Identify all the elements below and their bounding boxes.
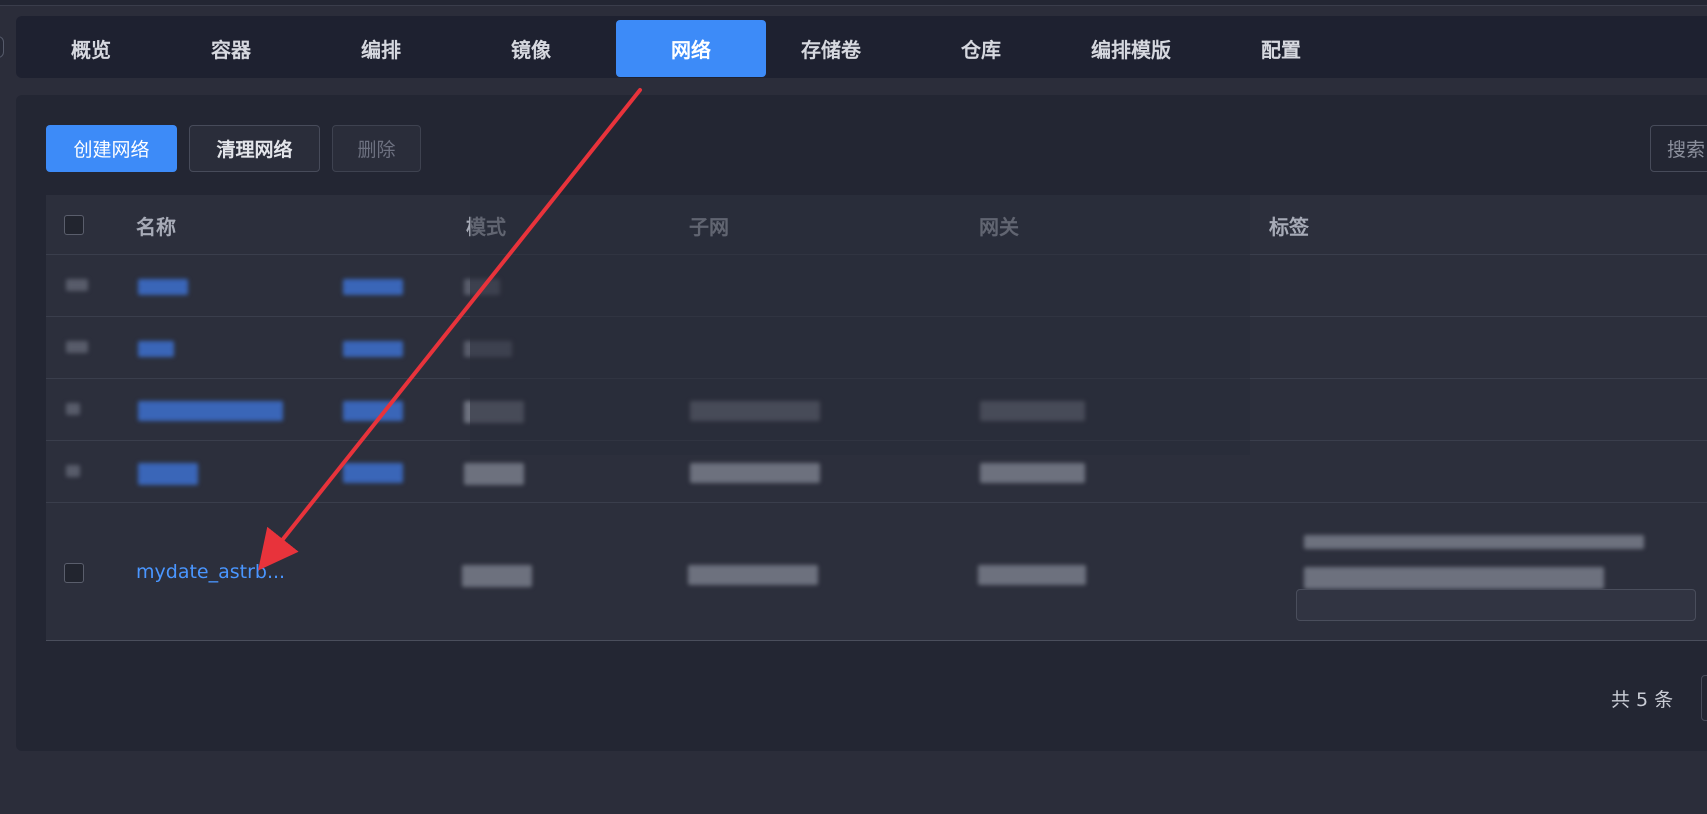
- redacted-gateway: [980, 463, 1085, 483]
- column-labels[interactable]: 标签: [1269, 195, 1309, 255]
- tab-overview[interactable]: 概览: [16, 20, 166, 77]
- tab-networks[interactable]: 网络: [616, 20, 766, 77]
- tab-volumes[interactable]: 存储卷: [756, 20, 906, 77]
- redacted-mode: [464, 463, 524, 485]
- redacted-id: [343, 463, 403, 483]
- redacted-name: [138, 341, 174, 357]
- redacted-label-line: [1304, 535, 1644, 549]
- redacted-name: [138, 279, 188, 295]
- select-all-checkbox[interactable]: [64, 215, 84, 235]
- row-checkbox-redacted: [66, 465, 80, 477]
- row-checkbox-redacted: [66, 279, 88, 291]
- tab-registries[interactable]: 仓库: [906, 20, 1056, 77]
- redacted-name: [138, 401, 283, 421]
- redacted-mode: [462, 565, 532, 587]
- row-checkbox-redacted: [66, 403, 80, 415]
- row-checkbox[interactable]: [64, 563, 84, 583]
- tab-compose-templates[interactable]: 编排模版: [1056, 20, 1206, 77]
- edge-handle: [0, 36, 4, 58]
- page-size-select[interactable]: 2: [1701, 675, 1707, 721]
- redacted-gateway: [978, 565, 1086, 585]
- redacted-id: [343, 401, 403, 421]
- label-tag-box: [1296, 589, 1696, 621]
- create-network-button[interactable]: 创建网络: [46, 125, 177, 172]
- tab-compose[interactable]: 编排: [306, 20, 456, 77]
- tab-bar: 概览 容器 编排 镜像 网络 存储卷 仓库 编排模版 配置: [16, 16, 1707, 78]
- redacted-subnet: [688, 565, 818, 585]
- redacted-subnet: [690, 463, 820, 483]
- network-name-link[interactable]: mydate_astrb...: [136, 561, 285, 583]
- loading-overlay: [470, 195, 1250, 455]
- column-name[interactable]: 名称: [136, 195, 176, 255]
- tab-containers[interactable]: 容器: [156, 20, 306, 77]
- prune-networks-button[interactable]: 清理网络: [189, 125, 320, 172]
- redacted-id: [343, 341, 403, 357]
- top-strip: [0, 0, 1707, 6]
- redacted-id: [343, 279, 403, 295]
- row-checkbox-redacted: [66, 341, 88, 353]
- networks-panel: 创建网络 清理网络 删除 搜索 名称 模式 子网 网关 标签: [16, 95, 1707, 751]
- tab-settings[interactable]: 配置: [1206, 20, 1356, 77]
- total-count: 共 5 条: [1611, 689, 1674, 711]
- search-input[interactable]: 搜索: [1650, 125, 1707, 172]
- delete-button[interactable]: 删除: [332, 125, 421, 172]
- tab-images[interactable]: 镜像: [456, 20, 606, 77]
- networks-table: 名称 模式 子网 网关 标签: [46, 195, 1707, 641]
- redacted-label-line: [1304, 567, 1604, 589]
- redacted-name: [138, 463, 198, 485]
